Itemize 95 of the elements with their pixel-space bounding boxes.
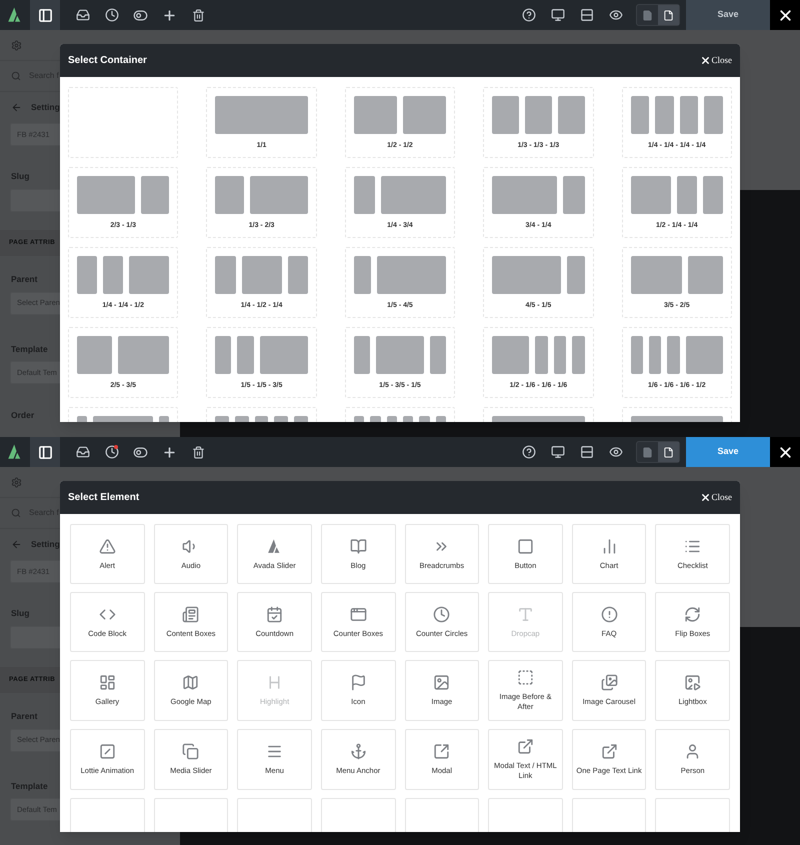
search-icon xyxy=(11,71,21,81)
column-preview xyxy=(430,336,446,374)
column-preview xyxy=(381,176,446,214)
document-view-tab[interactable] xyxy=(658,442,679,462)
column-preview xyxy=(354,96,397,134)
document-icon xyxy=(182,606,200,622)
column-preview xyxy=(376,336,424,374)
close-icon xyxy=(700,492,712,503)
square-icon xyxy=(516,538,534,554)
column-preview xyxy=(680,96,698,134)
column-preview xyxy=(630,176,671,214)
column-preview xyxy=(554,336,566,374)
menu-icon xyxy=(266,743,284,760)
flag-icon xyxy=(350,674,367,691)
framed-image-icon xyxy=(684,674,702,691)
window-icon xyxy=(350,606,367,622)
letter-icon xyxy=(516,606,534,622)
document-icon xyxy=(642,446,653,458)
column-preview xyxy=(563,176,585,214)
column-preview xyxy=(572,336,585,374)
modal-title: Select Container xyxy=(68,54,147,68)
column-preview xyxy=(655,96,674,134)
external-link-icon xyxy=(516,738,534,755)
column-preview xyxy=(492,176,557,214)
book-icon xyxy=(350,538,367,554)
selection-icon xyxy=(516,669,534,686)
column-preview xyxy=(403,96,446,134)
column-preview xyxy=(140,176,170,214)
column-preview xyxy=(492,96,519,134)
exclamation-icon xyxy=(600,606,618,622)
column-preview xyxy=(649,336,662,374)
column-preview xyxy=(118,336,170,374)
close-button[interactable] xyxy=(770,437,800,467)
column-preview xyxy=(237,336,254,374)
column-preview xyxy=(630,96,650,134)
column-preview xyxy=(354,176,376,214)
column-preview xyxy=(704,96,724,134)
modal-close-button[interactable]: Close xyxy=(700,490,732,504)
images-icon xyxy=(600,674,618,691)
refresh-icon xyxy=(684,606,702,622)
sidebar-panel-icon[interactable] xyxy=(38,8,52,22)
modal-close-button[interactable]: Close xyxy=(700,54,732,68)
document-icon xyxy=(663,10,674,20)
sidebar-panel-icon[interactable] xyxy=(38,444,52,460)
column-preview xyxy=(215,176,244,214)
external-link-icon xyxy=(600,743,618,760)
column-preview xyxy=(354,256,372,294)
column-preview xyxy=(354,336,370,374)
column-preview xyxy=(215,336,232,374)
grid-icon xyxy=(98,674,116,691)
column-preview xyxy=(77,336,112,374)
column-preview xyxy=(215,256,236,294)
map-icon xyxy=(182,674,200,691)
save-button[interactable]: Save xyxy=(686,0,770,30)
close-button[interactable] xyxy=(770,0,800,30)
column-preview xyxy=(630,256,682,294)
column-preview xyxy=(242,256,282,294)
search-icon xyxy=(11,508,21,518)
clock-icon xyxy=(433,606,450,622)
slash-square-icon xyxy=(98,743,116,760)
warning-icon xyxy=(98,538,116,554)
column-preview xyxy=(260,336,308,374)
column-preview xyxy=(524,96,552,134)
modal-title: Select Element xyxy=(68,491,140,505)
column-preview xyxy=(558,96,585,134)
column-preview xyxy=(377,256,446,294)
document-view-tab[interactable] xyxy=(658,5,679,25)
column-preview xyxy=(702,176,724,214)
column-preview xyxy=(686,336,724,374)
sidebar-toggle[interactable] xyxy=(30,437,60,467)
clock-icon xyxy=(104,8,118,22)
column-preview xyxy=(630,336,643,374)
document-icon xyxy=(642,10,653,20)
column-preview xyxy=(492,256,562,294)
sidebar-toggle[interactable] xyxy=(30,0,60,30)
anchor-icon xyxy=(350,743,367,760)
column-preview xyxy=(688,256,723,294)
column-preview xyxy=(492,336,530,374)
document-icon xyxy=(663,446,674,458)
column-preview xyxy=(676,176,697,214)
column-preview xyxy=(567,256,585,294)
column-preview xyxy=(77,256,98,294)
external-link-icon xyxy=(433,743,450,760)
calendar-check-icon xyxy=(266,606,284,622)
column-preview xyxy=(103,256,124,294)
column-preview xyxy=(667,336,680,374)
clock-icon xyxy=(104,445,118,459)
column-preview xyxy=(250,176,308,214)
column-preview xyxy=(288,256,308,294)
column-preview xyxy=(535,336,548,374)
close-icon xyxy=(700,55,712,66)
column-preview xyxy=(77,176,135,214)
stacked-windows-icon xyxy=(182,743,200,760)
image-icon xyxy=(433,674,450,691)
column-preview xyxy=(129,256,170,294)
